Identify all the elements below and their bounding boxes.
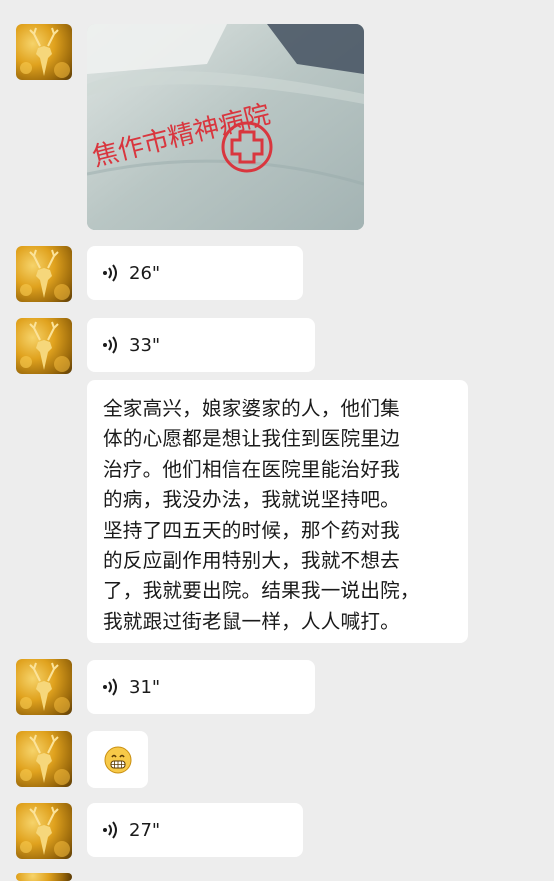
- avatar[interactable]: [16, 803, 72, 859]
- emoji-message[interactable]: [87, 731, 148, 788]
- deer-avatar-icon: [20, 734, 70, 785]
- text-line: 的病，我没办法，我就说坚持吧。: [103, 488, 400, 512]
- text-line: 的反应副作用特别大，我就不想去: [103, 549, 400, 573]
- avatar[interactable]: [16, 246, 72, 302]
- text-line: 了，我就要出院。结果我一说出院，: [103, 579, 420, 603]
- text-line: 体的心愿都是想让我住到医院里边: [103, 427, 400, 451]
- deer-avatar-icon: [20, 806, 70, 857]
- text-line: 全家高兴，娘家婆家的人，他们集: [103, 397, 400, 420]
- voice-duration: 31": [129, 676, 161, 698]
- voice-message[interactable]: 33": [87, 318, 315, 372]
- hospital-photo[interactable]: 焦作市精神病院: [87, 24, 364, 230]
- voice-duration: 27": [129, 819, 161, 841]
- deer-avatar-icon: [20, 321, 70, 372]
- voice-message[interactable]: 27": [87, 803, 303, 857]
- voice-duration: 33": [129, 334, 161, 356]
- avatar[interactable]: [16, 873, 72, 881]
- voice-wave-icon: [101, 677, 121, 697]
- text-message[interactable]: 全家高兴，娘家婆家的人，他们集 体的心愿都是想让我住到医院里边 治疗。他们相信在…: [87, 380, 468, 643]
- text-line: 我就跟过街老鼠一样，人人喊打。: [103, 609, 400, 633]
- voice-message[interactable]: 26": [87, 246, 303, 300]
- text-line: 治疗。他们相信在医院里能治好我: [103, 457, 400, 481]
- avatar[interactable]: [16, 318, 72, 374]
- chat-window: 焦作市精神病院 26" 33" 全家高兴，娘家婆家的人，他们集 体的心愿都是想让…: [0, 0, 554, 881]
- voice-wave-icon: [101, 263, 121, 283]
- avatar[interactable]: [16, 731, 72, 787]
- avatar[interactable]: [16, 659, 72, 715]
- avatar[interactable]: [16, 24, 72, 80]
- hospital-bedding-image: 焦作市精神病院: [87, 24, 364, 230]
- voice-wave-icon: [101, 820, 121, 840]
- deer-avatar-icon: [20, 662, 70, 713]
- voice-message[interactable]: 31": [87, 660, 315, 714]
- text-line: 坚持了四五天的时候，那个药对我: [103, 518, 400, 542]
- voice-duration: 26": [129, 262, 161, 284]
- deer-avatar-icon: [20, 249, 70, 300]
- grin-emoji-icon: [104, 746, 131, 773]
- voice-wave-icon: [101, 335, 121, 355]
- deer-avatar-icon: [20, 27, 70, 78]
